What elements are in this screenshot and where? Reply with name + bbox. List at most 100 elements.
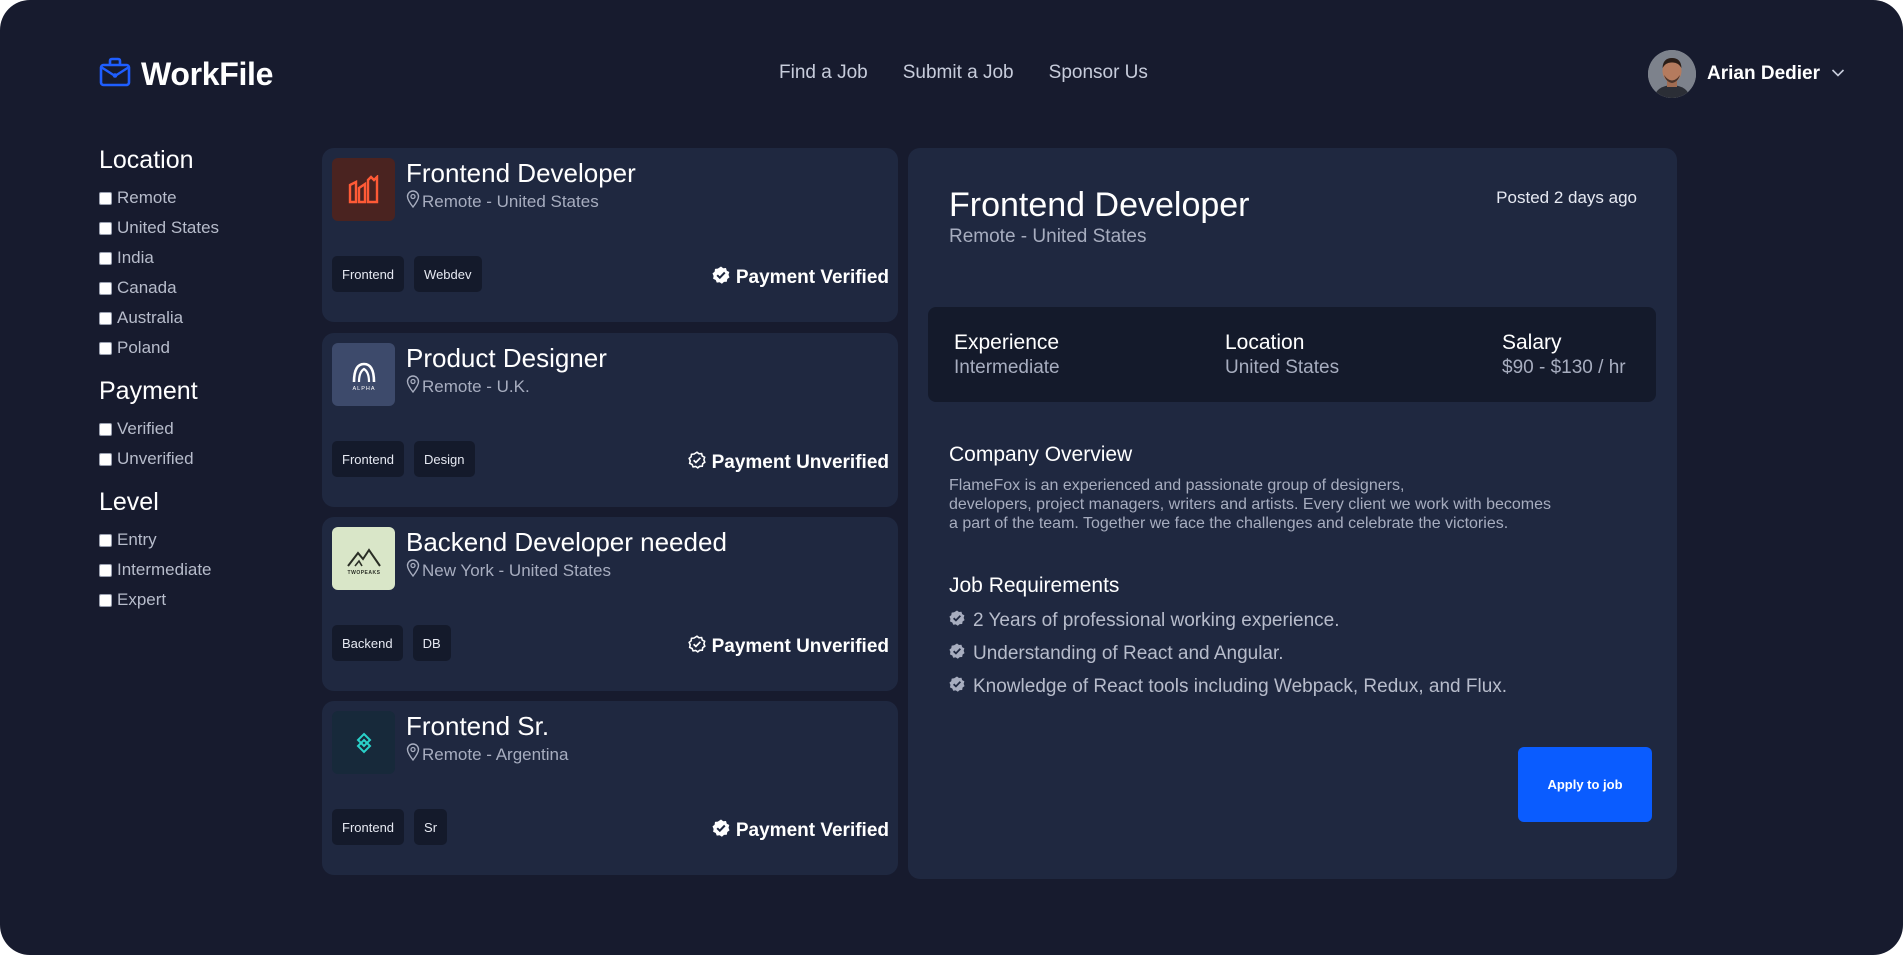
payment-status: Payment Unverified [687, 635, 889, 659]
filter-option-label: Verified [117, 419, 174, 438]
stat-experience: Experience Intermediate [954, 331, 1060, 379]
stat-value: Intermediate [954, 357, 1060, 378]
stat-salary: Salary $90 - $130 / hr [1502, 331, 1626, 379]
verified-badge-icon [712, 819, 730, 843]
filter-option-australia[interactable]: Australia [99, 303, 319, 333]
verified-badge-icon [712, 266, 730, 290]
job-location-text: Remote - U.K. [422, 376, 530, 396]
job-card[interactable]: Frontend Developer Remote - United State… [322, 148, 898, 322]
job-detail-location: Remote - United States [949, 226, 1147, 247]
filter-option-label: Remote [117, 188, 177, 207]
job-card[interactable]: TWOPEAKS Backend Developer needed New Yo… [322, 517, 898, 691]
job-tag[interactable]: Frontend [332, 441, 405, 477]
job-location: Remote - Argentina [406, 743, 568, 766]
job-tag[interactable]: DB [412, 625, 451, 661]
filter-title: Level [99, 488, 159, 516]
filter-option-label: Poland [117, 338, 170, 357]
job-tags: Frontend Webdev [332, 256, 482, 292]
checkbox[interactable] [99, 341, 112, 355]
job-tags: Frontend Sr [332, 809, 448, 845]
stat-label: Location [1225, 331, 1305, 354]
filter-option-unverified[interactable]: Unverified [99, 444, 319, 474]
checkbox[interactable] [99, 422, 112, 436]
nav-find-job[interactable]: Find a Job [779, 62, 868, 84]
filter-option-poland[interactable]: Poland [99, 333, 319, 363]
checkbox[interactable] [99, 533, 112, 547]
job-location-text: New York - United States [422, 560, 611, 580]
filter-option-label: Canada [117, 278, 177, 297]
checkbox[interactable] [99, 221, 112, 235]
brand-logo[interactable]: WorkFile [99, 56, 273, 93]
check-badge-icon [949, 675, 965, 698]
job-location: New York - United States [406, 559, 611, 582]
job-tag[interactable]: Design [414, 441, 475, 477]
logo-text: ALPHA [352, 386, 375, 392]
filter-option-india[interactable]: India [99, 243, 319, 273]
check-badge-icon [949, 642, 965, 665]
job-tag[interactable]: Frontend [332, 809, 405, 845]
apply-button[interactable]: Apply to job [1518, 747, 1652, 822]
user-name: Arian Dedier [1707, 63, 1820, 84]
checkbox[interactable] [99, 593, 112, 607]
stat-label: Salary [1502, 331, 1562, 354]
job-card[interactable]: Frontend Sr. Remote - Argentina Frontend… [322, 701, 898, 875]
unverified-badge-icon [687, 635, 706, 659]
checkbox[interactable] [99, 281, 112, 295]
posted-date: Posted 2 days ago [1496, 188, 1637, 207]
chevron-down-icon[interactable] [1831, 65, 1845, 83]
requirement-item: Understanding of React and Angular. [949, 637, 1507, 670]
requirement-text: Understanding of React and Angular. [973, 642, 1284, 664]
location-pin-icon [406, 743, 420, 766]
overview-line: FlameFox is an experienced and passionat… [949, 477, 1405, 494]
job-stats: Experience Intermediate Location United … [928, 307, 1656, 402]
filter-option-label: Australia [117, 308, 184, 327]
checkbox[interactable] [99, 563, 112, 577]
avatar[interactable] [1648, 50, 1696, 98]
checkbox[interactable] [99, 251, 112, 265]
filter-option-label: India [117, 248, 154, 267]
job-tags: Backend DB [332, 625, 451, 661]
user-menu[interactable]: Arian Dedier [1648, 50, 1845, 98]
filter-option-remote[interactable]: Remote [99, 183, 319, 213]
checkbox[interactable] [99, 311, 112, 325]
job-title: Frontend Developer [406, 158, 636, 188]
job-card[interactable]: ALPHA Product Designer Remote - U.K. Fro… [322, 333, 898, 507]
nav-submit-job[interactable]: Submit a Job [903, 62, 1014, 84]
filter-option-united-states[interactable]: United States [99, 213, 319, 243]
checkbox[interactable] [99, 452, 112, 466]
filter-option-canada[interactable]: Canada [99, 273, 319, 303]
job-location-text: Remote - Argentina [422, 744, 569, 764]
job-title: Product Designer [406, 343, 607, 373]
job-detail-panel: Frontend Developer Remote - United State… [908, 148, 1677, 879]
job-tag[interactable]: Backend [332, 625, 403, 661]
checkbox[interactable] [99, 191, 112, 205]
unverified-badge-icon [687, 451, 706, 475]
requirement-item: 2 Years of professional working experien… [949, 604, 1507, 637]
diamond-logo [332, 711, 395, 774]
nav-sponsor-us[interactable]: Sponsor Us [1049, 62, 1148, 84]
filter-option-label: Expert [117, 590, 167, 609]
job-title: Backend Developer needed [406, 527, 727, 557]
job-tag[interactable]: Sr [414, 809, 448, 845]
job-title: Frontend Sr. [406, 711, 550, 741]
job-location: Remote - U.K. [406, 375, 530, 398]
location-pin-icon [406, 559, 420, 582]
overview-line: developers, project managers, writers an… [949, 496, 1552, 513]
filter-option-expert[interactable]: Expert [99, 585, 319, 615]
job-tag[interactable]: Webdev [414, 256, 482, 292]
filter-option-label: Unverified [117, 449, 194, 468]
filters-sidebar: Location Remote United States India Cana… [99, 146, 319, 629]
filter-option-verified[interactable]: Verified [99, 414, 319, 444]
filter-option-intermediate[interactable]: Intermediate [99, 555, 319, 585]
check-badge-icon [949, 609, 965, 632]
requirement-text: 2 Years of professional working experien… [973, 609, 1340, 631]
filter-payment: Payment Verified Unverified [99, 377, 319, 474]
filter-option-label: United States [117, 218, 220, 237]
requirement-item: Knowledge of React tools including Webpa… [949, 670, 1507, 703]
company-overview-text: FlameFox is an experienced and passionat… [949, 476, 1589, 533]
job-tag[interactable]: Frontend [332, 256, 405, 292]
filter-title: Location [99, 146, 194, 174]
stat-value: United States [1225, 357, 1340, 378]
filter-option-entry[interactable]: Entry [99, 525, 319, 555]
filter-location: Location Remote United States India Cana… [99, 146, 319, 363]
